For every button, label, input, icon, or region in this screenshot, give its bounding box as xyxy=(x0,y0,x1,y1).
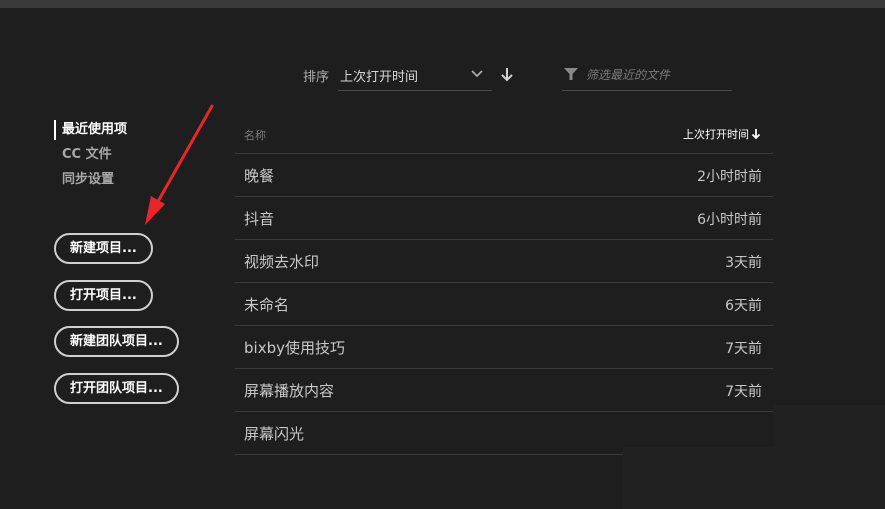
file-name: 抖音 xyxy=(244,210,275,228)
file-name: 未命名 xyxy=(244,296,290,314)
open-project-button[interactable]: 打开项目... xyxy=(54,280,153,311)
file-name: 屏幕播放内容 xyxy=(244,382,335,400)
filter-field[interactable] xyxy=(562,60,732,91)
file-row[interactable]: 未命名 6天前 xyxy=(235,283,773,326)
chevron-down-icon xyxy=(471,70,483,78)
sort-down-arrow-icon xyxy=(751,129,761,140)
sort-select[interactable]: 上次打开时间 xyxy=(338,60,492,91)
column-header-last-opened[interactable]: 上次打开时间 xyxy=(683,126,761,142)
funnel-filter-icon xyxy=(564,68,578,80)
file-last-opened: 7天前 xyxy=(725,384,762,400)
nav-item-recent[interactable]: 最近使用项 xyxy=(54,120,127,140)
nav-item-sync-settings[interactable]: 同步设置 xyxy=(54,170,127,195)
file-name: bixby使用技巧 xyxy=(244,339,345,357)
file-row[interactable]: 屏幕播放内容 7天前 xyxy=(235,369,773,412)
file-last-opened: 6天前 xyxy=(725,298,762,314)
file-row[interactable]: 视频去水印 3天前 xyxy=(235,240,773,283)
file-row[interactable]: 屏幕闪光 xyxy=(235,412,623,455)
file-last-opened: 6小时时前 xyxy=(697,212,762,228)
file-name: 视频去水印 xyxy=(244,253,320,271)
open-team-project-button[interactable]: 打开团队项目... xyxy=(54,373,179,404)
file-list-header: 名称 上次打开时间 xyxy=(235,118,773,154)
file-row[interactable]: 抖音 6小时时前 xyxy=(235,197,773,240)
nav-item-cc-files[interactable]: CC 文件 xyxy=(54,145,127,170)
sort-direction-arrow-icon[interactable] xyxy=(500,67,514,83)
file-name: 屏幕闪光 xyxy=(244,425,305,443)
file-row[interactable]: 晚餐 2小时时前 xyxy=(235,154,773,197)
background-patch xyxy=(623,447,885,509)
file-list: 晚餐 2小时时前 抖音 6小时时前 视频去水印 3天前 未命名 6天前 bixb… xyxy=(235,154,773,455)
new-team-project-button[interactable]: 新建团队项目... xyxy=(54,326,179,357)
sort-select-value: 上次打开时间 xyxy=(340,70,419,85)
file-last-opened: 3天前 xyxy=(725,255,762,271)
column-header-last-opened-label: 上次打开时间 xyxy=(683,128,749,141)
file-last-opened: 7天前 xyxy=(725,341,762,357)
file-last-opened: 2小时时前 xyxy=(697,169,762,185)
file-row[interactable]: bixby使用技巧 7天前 xyxy=(235,326,773,369)
filter-input[interactable] xyxy=(586,64,726,86)
sidebar-nav: 最近使用项 CC 文件 同步设置 xyxy=(54,120,127,195)
column-header-name[interactable]: 名称 xyxy=(244,127,266,143)
sort-label: 排序 xyxy=(303,70,330,85)
top-bar xyxy=(0,0,885,8)
new-project-button[interactable]: 新建项目... xyxy=(54,233,153,264)
file-name: 晚餐 xyxy=(244,167,275,185)
